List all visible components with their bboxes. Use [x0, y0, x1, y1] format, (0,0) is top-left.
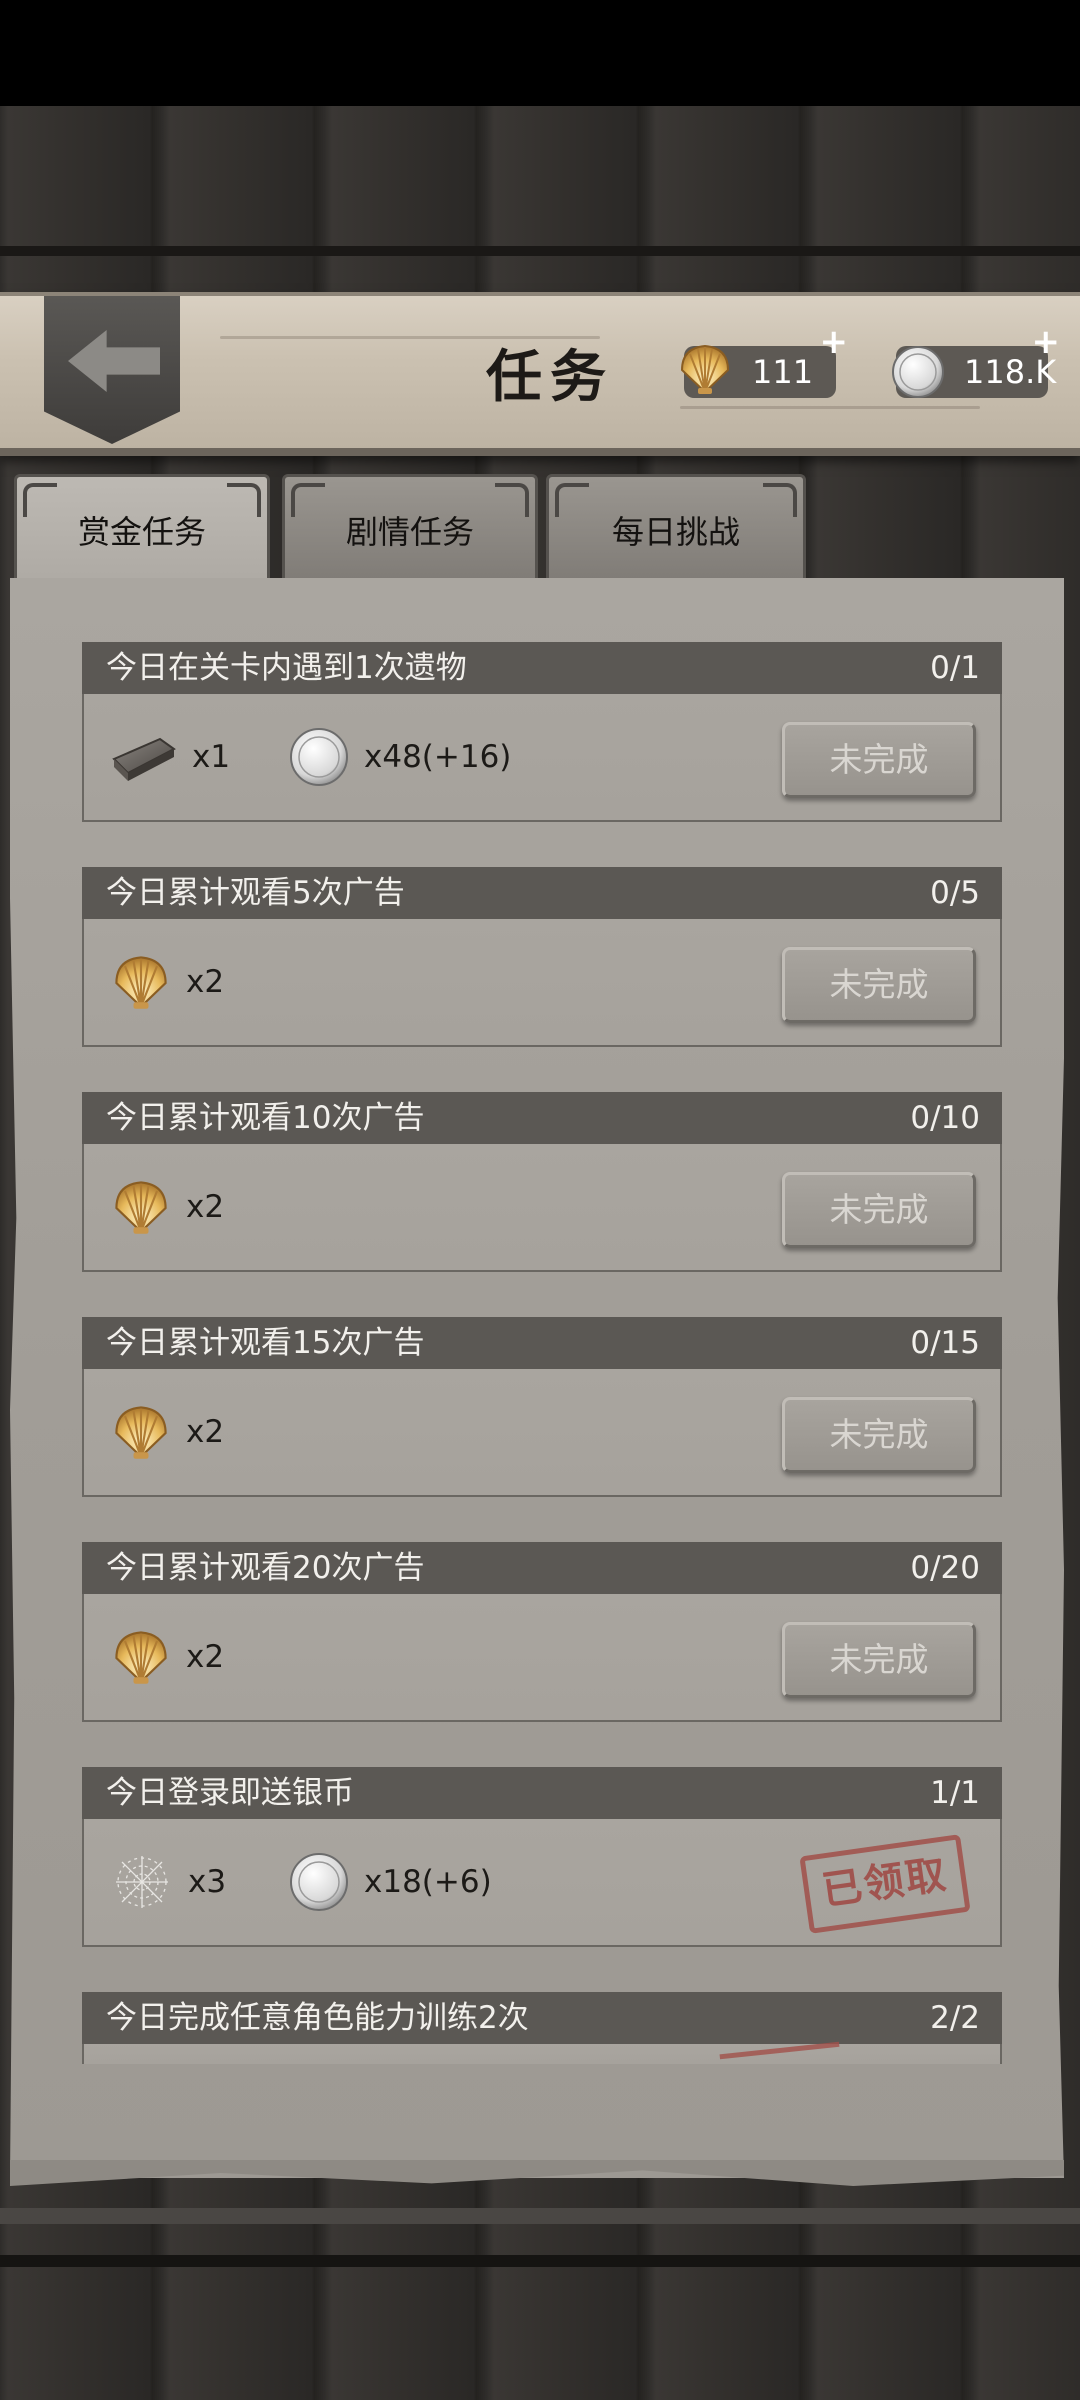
shell-icon	[115, 1631, 167, 1684]
incomplete-button[interactable]: 未完成	[782, 947, 976, 1023]
task-rewards: x2 未完成	[82, 1144, 1002, 1272]
task-name: 今日累计观看20次广告	[106, 1550, 425, 1586]
task-rewards: x2 未完成	[82, 919, 1002, 1047]
task-progress: 0/1	[930, 650, 980, 686]
task-rewards: x3 x18(+6) 已领取	[82, 1819, 1002, 1947]
task-rewards: x2 未完成	[82, 1369, 1002, 1497]
wood-plank-icon	[112, 737, 176, 781]
reward-item: x2	[110, 919, 224, 1045]
reward-qty: x18(+6)	[364, 1864, 492, 1900]
reward-item: x48(+16)	[288, 694, 511, 820]
task-progress: 0/15	[910, 1325, 980, 1361]
reward-qty: x3	[188, 1864, 227, 1900]
bottom-trim	[0, 2208, 1080, 2224]
task-header: 今日累计观看15次广告 0/15	[82, 1317, 1002, 1369]
reward-item: x2	[110, 1594, 224, 1720]
task-name: 今日完成任意角色能力训练2次	[106, 2000, 529, 2036]
reward-qty: x48(+16)	[364, 739, 512, 775]
shell-icon	[115, 1181, 167, 1234]
reward-qty: x2	[186, 1189, 225, 1225]
cobweb-icon	[116, 1856, 168, 1908]
task-progress: 1/1	[930, 1775, 980, 1811]
task-name: 今日累计观看15次广告	[106, 1325, 425, 1361]
bottom-trim-dark	[0, 2255, 1080, 2267]
reward-item: x2	[110, 1369, 224, 1495]
task-name: 今日累计观看5次广告	[106, 875, 405, 911]
task-list[interactable]: 今日在关卡内遇到1次遗物 0/1 x1 x48(+16) 未完成 今日累计观看5…	[0, 0, 1080, 2064]
reward-qty: x2	[186, 1639, 225, 1675]
task-progress: 2/2	[930, 2000, 980, 2036]
incomplete-button[interactable]: 未完成	[782, 1622, 976, 1698]
reward-qty: x1	[192, 739, 231, 775]
task-name: 今日登录即送银币	[106, 1775, 354, 1811]
task-name: 今日在关卡内遇到1次遗物	[106, 650, 467, 686]
task-header: 今日累计观看5次广告 0/5	[82, 867, 1002, 919]
task-progress: 0/20	[910, 1550, 980, 1586]
reward-item: x2	[110, 1144, 224, 1270]
reward-item: x18(+6)	[288, 1819, 492, 1945]
task-header: 今日登录即送银币 1/1	[82, 1767, 1002, 1819]
shell-icon	[115, 956, 167, 1009]
task-header: 今日累计观看20次广告 0/20	[82, 1542, 1002, 1594]
silver-coin-icon	[290, 728, 348, 786]
claimed-stamp: 已领取	[799, 1834, 971, 1934]
silver-coin-icon	[290, 1853, 348, 1911]
task-progress: 0/10	[910, 1100, 980, 1136]
reward-qty: x2	[186, 964, 225, 1000]
task-header: 今日累计观看10次广告 0/10	[82, 1092, 1002, 1144]
incomplete-button[interactable]: 未完成	[782, 1172, 976, 1248]
incomplete-button[interactable]: 未完成	[782, 722, 976, 798]
task-rewards: x2 未完成	[82, 1594, 1002, 1722]
task-rewards	[82, 2044, 1002, 2064]
task-rewards: x1 x48(+16) 未完成	[82, 694, 1002, 822]
task-name: 今日累计观看10次广告	[106, 1100, 425, 1136]
shell-icon	[115, 1406, 167, 1459]
task-progress: 0/5	[930, 875, 980, 911]
incomplete-button[interactable]: 未完成	[782, 1397, 976, 1473]
reward-qty: x2	[186, 1414, 225, 1450]
task-header: 今日在关卡内遇到1次遗物 0/1	[82, 642, 1002, 694]
reward-item: x3	[110, 1819, 226, 1945]
task-header: 今日完成任意角色能力训练2次 2/2	[82, 1992, 1002, 2044]
reward-item: x1	[110, 694, 230, 820]
